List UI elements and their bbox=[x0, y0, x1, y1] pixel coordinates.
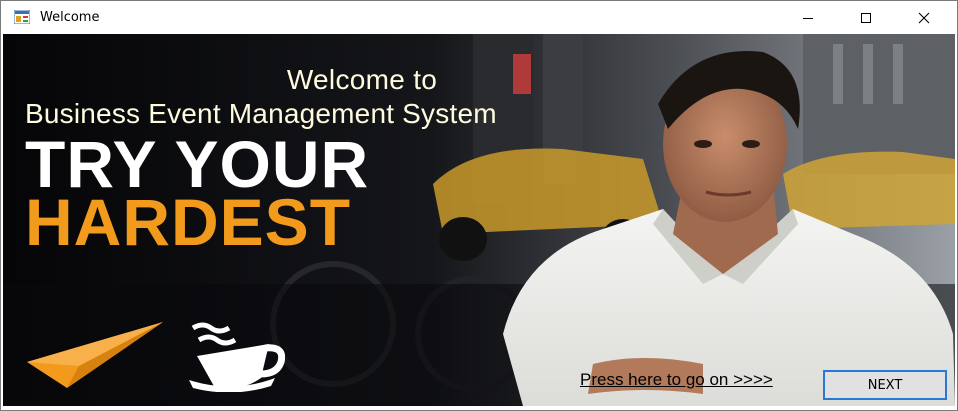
app-icon bbox=[14, 10, 30, 24]
welcome-window: Welcome Welcome to Business Event Manage… bbox=[0, 0, 958, 411]
slogan-line-2: HARDEST bbox=[25, 185, 352, 259]
maximize-button[interactable] bbox=[843, 1, 889, 34]
window-title: Welcome bbox=[40, 10, 100, 25]
paper-plane-icon bbox=[27, 322, 163, 388]
hero-banner: Welcome to Business Event Management Sys… bbox=[3, 34, 955, 406]
title-bar[interactable]: Welcome bbox=[1, 1, 957, 34]
close-icon bbox=[918, 12, 930, 23]
next-button[interactable]: NEXT bbox=[823, 370, 947, 400]
welcome-heading: Welcome to bbox=[286, 64, 438, 95]
maximize-icon bbox=[861, 12, 871, 23]
press-here-link[interactable]: Press here to go on >>>> bbox=[580, 370, 773, 390]
coffee-cup-icon bbox=[189, 322, 285, 392]
minimize-button[interactable] bbox=[785, 1, 831, 34]
close-button[interactable] bbox=[901, 1, 947, 34]
minimize-icon bbox=[803, 17, 813, 19]
